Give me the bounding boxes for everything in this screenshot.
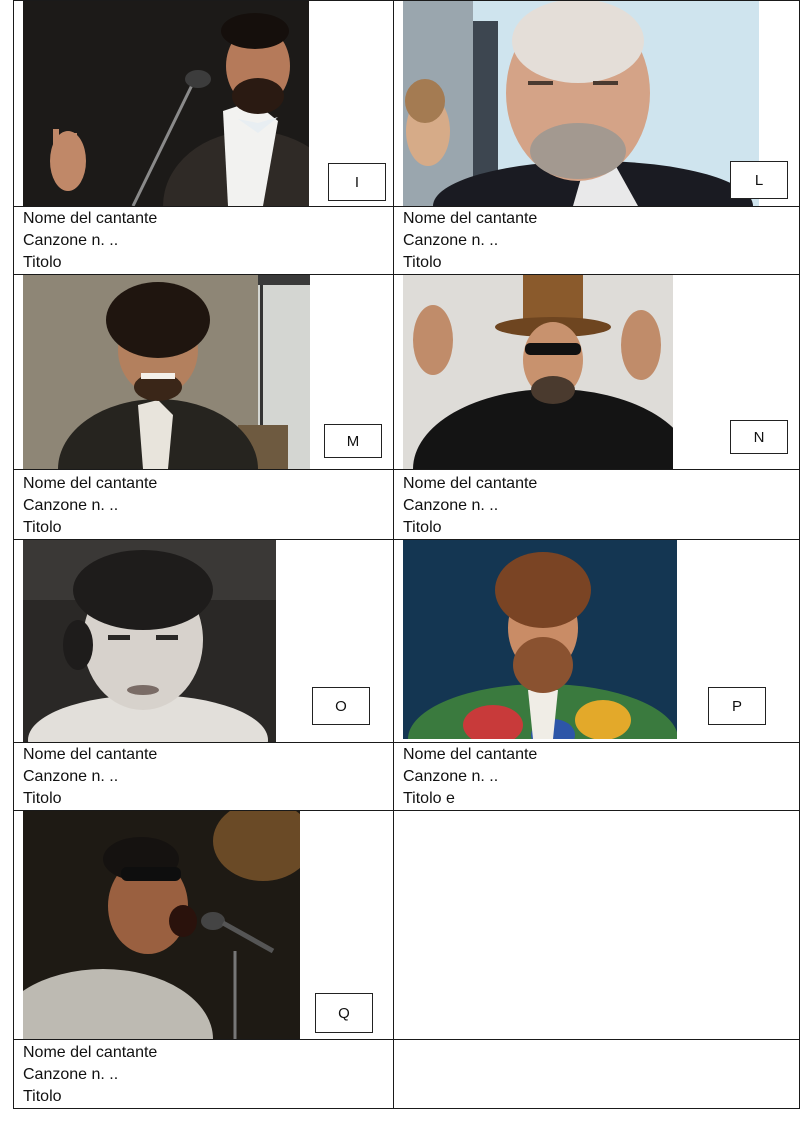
singer-name-field[interactable]: Nome del cantante (23, 473, 393, 495)
info-cell-q: Nome del cantante Canzone n. .. Titolo (13, 1039, 394, 1109)
info-cell-i: Nome del cantante Canzone n. .. Titolo (13, 206, 394, 275)
singer-photo-m (23, 275, 310, 469)
song-number-field[interactable]: Canzone n. .. (23, 766, 393, 788)
photo-cell-p: P (393, 539, 800, 743)
empty-cell (393, 810, 800, 1040)
singer-name-field[interactable]: Nome del cantante (23, 1042, 393, 1064)
photo-cell-n: N (393, 274, 800, 470)
song-title-field[interactable]: Titolo e (403, 788, 799, 810)
letter-label: M (346, 432, 360, 450)
song-title-field[interactable]: Titolo (23, 1086, 393, 1108)
song-number-field[interactable]: Canzone n. .. (23, 1064, 393, 1086)
song-title-field[interactable]: Titolo (23, 252, 393, 274)
photo-cell-q: Q (13, 810, 394, 1040)
singer-photo-o (23, 540, 276, 742)
photo-cell-i: I (13, 0, 394, 207)
singer-name-field[interactable]: Nome del cantante (403, 744, 799, 766)
song-title-field[interactable]: Titolo (403, 252, 799, 274)
letter-box-p: P (708, 687, 766, 725)
letter-box-n: N (730, 420, 788, 454)
singer-photo-p (403, 540, 677, 739)
singer-photo-q (23, 811, 300, 1039)
singer-card-table: I L Nome del cantante Canzone n. .. Tito… (13, 0, 800, 1109)
info-cell-m: Nome del cantante Canzone n. .. Titolo (13, 469, 394, 540)
info-cell-n: Nome del cantante Canzone n. .. Titolo (393, 469, 800, 540)
letter-label: O (335, 697, 347, 715)
singer-name-field[interactable]: Nome del cantante (23, 744, 393, 766)
singer-name-field[interactable]: Nome del cantante (403, 208, 799, 230)
photo-cell-m: M (13, 274, 394, 470)
song-title-field[interactable]: Titolo (23, 517, 393, 539)
song-title-field[interactable]: Titolo (23, 788, 393, 810)
singer-photo-i (23, 1, 309, 206)
song-number-field[interactable]: Canzone n. .. (403, 495, 799, 517)
song-number-field[interactable]: Canzone n. .. (23, 495, 393, 517)
letter-box-o: O (312, 687, 370, 725)
letter-box-i: I (328, 163, 386, 201)
singer-photo-l (403, 1, 759, 206)
photo-cell-l: L (393, 0, 800, 207)
letter-label: N (753, 428, 765, 446)
letter-label: Q (338, 1004, 350, 1022)
info-cell-l: Nome del cantante Canzone n. .. Titolo (393, 206, 800, 275)
song-number-field[interactable]: Canzone n. .. (403, 230, 799, 252)
song-number-field[interactable]: Canzone n. .. (403, 766, 799, 788)
letter-box-l: L (730, 161, 788, 199)
singer-name-field[interactable]: Nome del cantante (403, 473, 799, 495)
info-cell-p: Nome del cantante Canzone n. .. Titolo e (393, 742, 800, 811)
letter-label: I (354, 173, 360, 191)
empty-info-cell (393, 1039, 800, 1109)
letter-label: P (731, 697, 742, 715)
letter-box-m: M (324, 424, 382, 458)
info-cell-o: Nome del cantante Canzone n. .. Titolo (13, 742, 394, 811)
song-title-field[interactable]: Titolo (403, 517, 799, 539)
singer-name-field[interactable]: Nome del cantante (23, 208, 393, 230)
letter-box-q: Q (315, 993, 373, 1033)
photo-cell-o: O (13, 539, 394, 743)
letter-label: L (754, 171, 764, 189)
song-number-field[interactable]: Canzone n. .. (23, 230, 393, 252)
singer-photo-n (403, 275, 673, 469)
